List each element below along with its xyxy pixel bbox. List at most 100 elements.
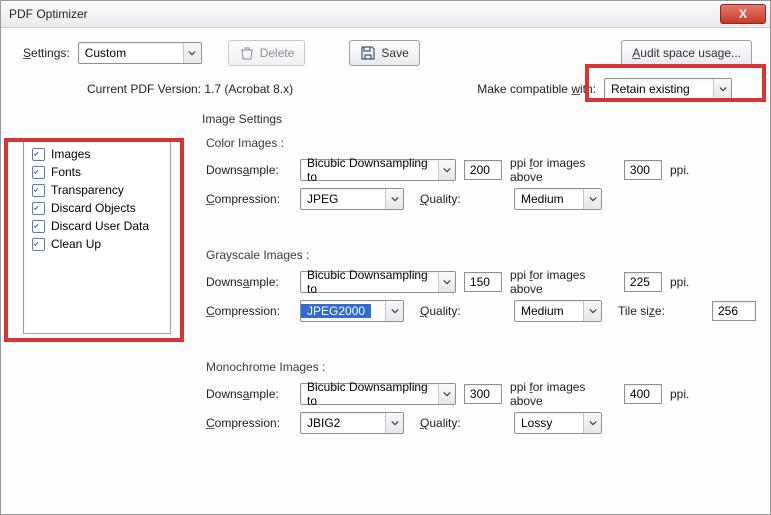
combo-value: Bicubic Downsampling to bbox=[301, 268, 438, 296]
gray-quality-combo[interactable]: Medium bbox=[514, 300, 602, 322]
sidebar-item-discard-objects[interactable]: Discard Objects bbox=[30, 199, 164, 217]
gray-compression-combo[interactable]: JPEG2000 bbox=[300, 300, 404, 322]
color-quality-combo[interactable]: Medium bbox=[514, 188, 602, 210]
sidebar-item-label: Images bbox=[51, 147, 90, 161]
chevron-down-icon bbox=[713, 79, 731, 99]
combo-value: Bicubic Downsampling to bbox=[301, 380, 438, 408]
checkbox-icon[interactable] bbox=[32, 148, 45, 161]
audit-label: Audit space usage... bbox=[632, 46, 741, 60]
settings-combo-value: Custom bbox=[79, 46, 132, 60]
sidebar-item-label: Discard Objects bbox=[51, 201, 136, 215]
gray-compression-row: Compression: JPEG2000 Quality: Medium Ti… bbox=[206, 300, 756, 322]
chevron-down-icon bbox=[183, 43, 201, 63]
delete-button: Delete bbox=[228, 40, 306, 66]
save-label: Save bbox=[381, 46, 408, 60]
sidebar-item-label: Transparency bbox=[51, 183, 124, 197]
compression-label: Compression: bbox=[206, 304, 292, 318]
body-row: Images Fonts Transparency Discard Object… bbox=[1, 110, 770, 438]
ppi-suffix: ppi. bbox=[670, 387, 756, 401]
chevron-down-icon bbox=[385, 301, 403, 321]
checkbox-icon[interactable] bbox=[32, 184, 45, 197]
sidebar-item-label: Clean Up bbox=[51, 237, 101, 251]
content-area: Settings: Custom Delete Save Audit space… bbox=[1, 28, 770, 438]
combo-value: Bicubic Downsampling to bbox=[301, 156, 438, 184]
pdf-optimizer-window: PDF Optimizer X Settings: Custom Delete … bbox=[0, 0, 771, 515]
quality-label: Quality: bbox=[420, 192, 506, 206]
trash-icon bbox=[239, 45, 255, 61]
quality-label: Quality: bbox=[420, 416, 506, 430]
settings-combo[interactable]: Custom bbox=[78, 42, 202, 64]
window-title: PDF Optimizer bbox=[9, 7, 88, 21]
settings-label: Settings: bbox=[23, 46, 70, 60]
combo-value: Lossy bbox=[515, 416, 558, 430]
chevron-down-icon bbox=[583, 189, 601, 209]
delete-label: Delete bbox=[260, 46, 295, 60]
compression-label: Compression: bbox=[206, 192, 292, 206]
gray-ppi-field[interactable]: 150 bbox=[464, 272, 502, 292]
checkbox-icon[interactable] bbox=[32, 220, 45, 233]
combo-value: JPEG2000 bbox=[301, 304, 371, 318]
current-version-label: Current PDF Version: 1.7 (Acrobat 8.x) bbox=[87, 82, 293, 96]
color-compression-row: Compression: JPEG Quality: Medium bbox=[206, 188, 756, 210]
downsample-label: Downsample: bbox=[206, 387, 292, 401]
above-label: ppi for images above bbox=[510, 268, 616, 296]
color-downsample-combo[interactable]: Bicubic Downsampling to bbox=[300, 159, 456, 181]
sidebar-item-discard-user-data[interactable]: Discard User Data bbox=[30, 217, 164, 235]
grayscale-title: Grayscale Images : bbox=[206, 248, 756, 262]
mono-downsample-row: Downsample: Bicubic Downsampling to 300 … bbox=[206, 380, 756, 408]
checkbox-icon[interactable] bbox=[32, 202, 45, 215]
combo-value: Medium bbox=[515, 192, 570, 206]
audit-space-usage-button[interactable]: Audit space usage... bbox=[621, 40, 752, 66]
chevron-down-icon bbox=[438, 272, 455, 292]
color-ppi-field[interactable]: 200 bbox=[464, 160, 502, 180]
ppi-suffix: ppi. bbox=[670, 275, 756, 289]
image-settings-title: Image Settings bbox=[202, 112, 756, 126]
version-row: Current PDF Version: 1.7 (Acrobat 8.x) M… bbox=[1, 72, 770, 110]
close-icon: X bbox=[739, 7, 747, 21]
category-listbox[interactable]: Images Fonts Transparency Discard Object… bbox=[23, 138, 171, 334]
chevron-down-icon bbox=[438, 384, 455, 404]
compression-label: Compression: bbox=[206, 416, 292, 430]
gray-tile-field[interactable]: 256 bbox=[712, 301, 756, 321]
chevron-down-icon bbox=[385, 413, 403, 433]
combo-value: Medium bbox=[515, 304, 570, 318]
quality-label: Quality: bbox=[420, 304, 506, 318]
above-label: ppi for images above bbox=[510, 156, 616, 184]
color-downsample-row: Downsample: Bicubic Downsampling to 200 … bbox=[206, 156, 756, 184]
gray-downsample-combo[interactable]: Bicubic Downsampling to bbox=[300, 271, 456, 293]
downsample-label: Downsample: bbox=[206, 163, 292, 177]
sidebar-item-label: Discard User Data bbox=[51, 219, 149, 233]
sidebar-item-label: Fonts bbox=[51, 165, 81, 179]
save-button[interactable]: Save bbox=[349, 40, 419, 66]
mono-ppi-field[interactable]: 300 bbox=[464, 384, 502, 404]
mono-above-ppi-field[interactable]: 400 bbox=[624, 384, 662, 404]
sidebar-item-images[interactable]: Images bbox=[30, 145, 164, 163]
checkbox-icon[interactable] bbox=[32, 166, 45, 179]
checkbox-icon[interactable] bbox=[32, 238, 45, 251]
compat-label: Make compatible with: bbox=[477, 82, 596, 96]
sidebar-item-clean-up[interactable]: Clean Up bbox=[30, 235, 164, 253]
gray-above-ppi-field[interactable]: 225 bbox=[624, 272, 662, 292]
sidebar-item-fonts[interactable]: Fonts bbox=[30, 163, 164, 181]
combo-value: JBIG2 bbox=[301, 416, 346, 430]
chevron-down-icon bbox=[583, 413, 601, 433]
mono-compression-row: Compression: JBIG2 Quality: Lossy bbox=[206, 412, 756, 434]
close-button[interactable]: X bbox=[720, 4, 766, 24]
compat-combo[interactable]: Retain existing bbox=[604, 78, 732, 100]
chevron-down-icon bbox=[583, 301, 601, 321]
gray-downsample-row: Downsample: Bicubic Downsampling to 150 … bbox=[206, 268, 756, 296]
mono-title: Monochrome Images : bbox=[206, 360, 756, 374]
chevron-down-icon bbox=[438, 160, 455, 180]
downsample-label: Downsample: bbox=[206, 275, 292, 289]
mono-quality-combo[interactable]: Lossy bbox=[514, 412, 602, 434]
mono-downsample-combo[interactable]: Bicubic Downsampling to bbox=[300, 383, 456, 405]
sidebar-item-transparency[interactable]: Transparency bbox=[30, 181, 164, 199]
floppy-icon bbox=[360, 45, 376, 61]
toolbar: Settings: Custom Delete Save Audit space… bbox=[1, 28, 770, 72]
titlebar: PDF Optimizer X bbox=[1, 1, 770, 28]
ppi-suffix: ppi. bbox=[670, 163, 756, 177]
color-above-ppi-field[interactable]: 300 bbox=[624, 160, 662, 180]
tile-label: Tile size: bbox=[618, 304, 704, 318]
color-compression-combo[interactable]: JPEG bbox=[300, 188, 404, 210]
mono-compression-combo[interactable]: JBIG2 bbox=[300, 412, 404, 434]
